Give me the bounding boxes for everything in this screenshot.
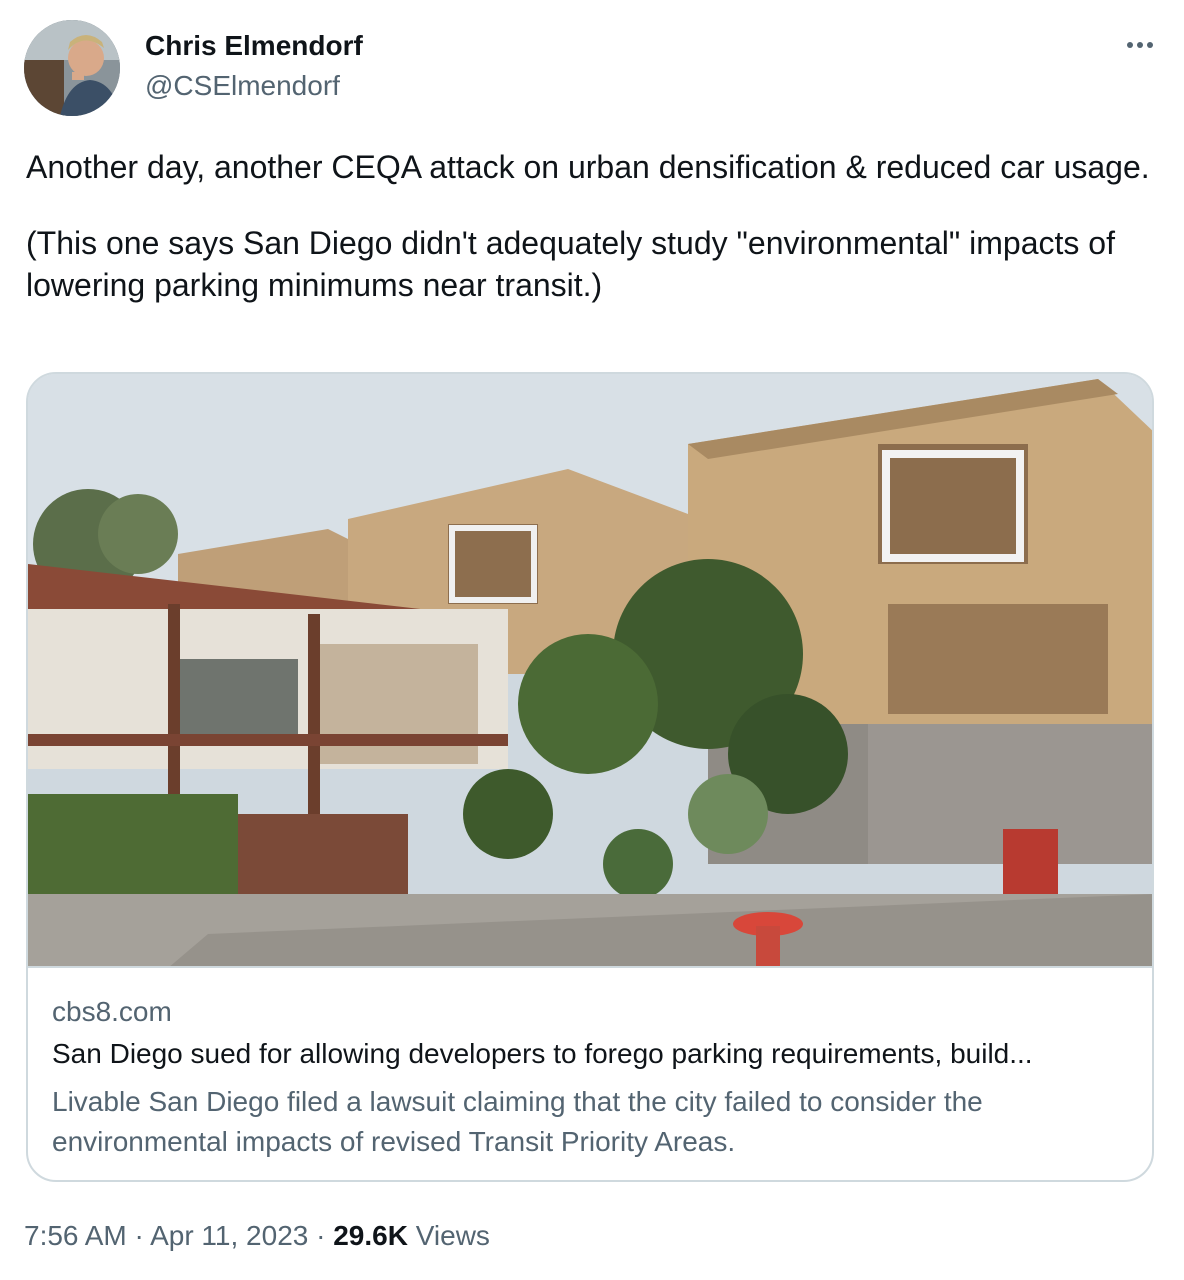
more-horizontal-icon[interactable] [1120, 30, 1160, 60]
views-label: Views [415, 1220, 490, 1251]
card-title[interactable]: San Diego sued for allowing developers t… [52, 1038, 1132, 1070]
tweet-text: Another day, another CEQA attack on urba… [26, 146, 1156, 306]
link-preview-card[interactable]: cbs8.com San Diego sued for allowing dev… [26, 372, 1154, 1182]
more-dot [1137, 42, 1143, 48]
views-count[interactable]: 29.6K [333, 1220, 408, 1251]
meta-separator: · [134, 1220, 144, 1251]
tweet-date[interactable]: Apr 11, 2023 [150, 1220, 308, 1251]
card-divider [28, 966, 1152, 968]
author-display-name[interactable]: Chris Elmendorf [145, 30, 363, 62]
card-description: Livable San Diego filed a lawsuit claimi… [52, 1086, 983, 1157]
meta-separator: · [316, 1220, 326, 1251]
author-handle[interactable]: @CSElmendorf [145, 70, 340, 102]
card-image[interactable] [28, 374, 1154, 968]
more-dot [1147, 42, 1153, 48]
tweet-paragraph: (This one says San Diego didn't adequate… [26, 225, 1115, 303]
avatar[interactable] [24, 20, 120, 116]
tweet-time[interactable]: 7:56 AM [24, 1220, 127, 1251]
card-domain: cbs8.com [52, 996, 172, 1027]
more-dot [1127, 42, 1133, 48]
tweet-header: Chris Elmendorf @CSElmendorf [24, 20, 1160, 116]
tweet-paragraph: Another day, another CEQA attack on urba… [26, 149, 1150, 185]
tweet-meta: 7:56 AM · Apr 11, 2023 · 29.6K Views [24, 1220, 490, 1252]
